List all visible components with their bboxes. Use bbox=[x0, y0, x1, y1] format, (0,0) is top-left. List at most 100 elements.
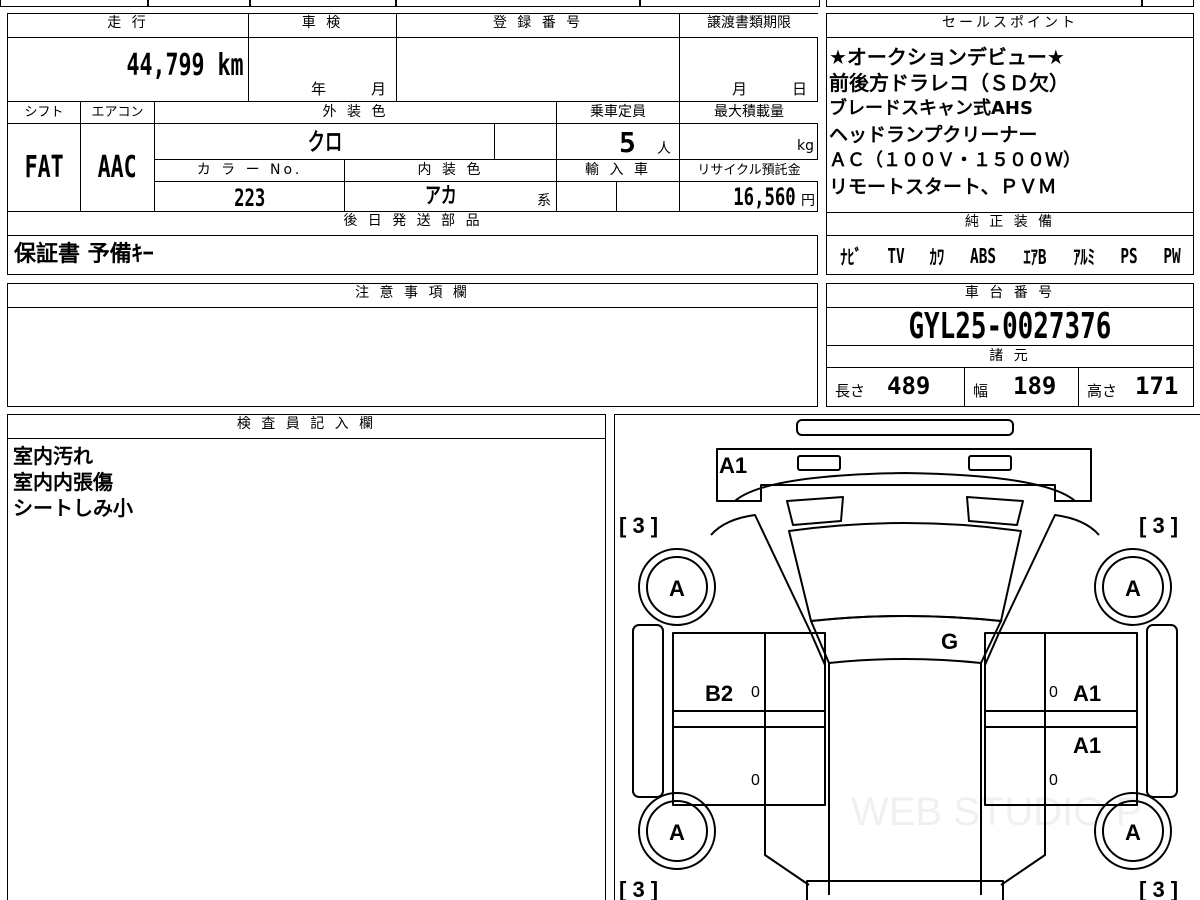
sales-point-line: ＡＣ（１００Ｖ・１５００Ｗ） bbox=[829, 150, 1081, 171]
spec-length: 長さ 489 bbox=[827, 368, 965, 406]
spec-height: 高さ 171 bbox=[1087, 372, 1179, 400]
color-no-value: 223 bbox=[155, 182, 345, 212]
inspection-header: 車 検 bbox=[249, 14, 397, 38]
mark-tire-rr: [ 3 ] bbox=[1139, 877, 1178, 900]
spec-width: 幅 189 bbox=[965, 368, 1079, 406]
watermark: WEB STUDIO P bbox=[851, 790, 1142, 834]
mark-front: A1 bbox=[719, 453, 747, 478]
shift-header: シフト bbox=[8, 102, 81, 124]
mark-zero: 0 bbox=[1049, 772, 1058, 789]
capacity-value: 5 人 bbox=[557, 124, 680, 160]
sales-points-list: ★オークションデビュー★ 前後方ドラレコ（ＳＤ欠） ブレードスキャン式AHS ヘ… bbox=[829, 44, 1191, 200]
capacity-unit: 人 bbox=[657, 141, 671, 157]
sales-points-box: セールスポイント ★オークションデビュー★ 前後方ドラレコ（ＳＤ欠） ブレードス… bbox=[826, 13, 1194, 275]
top-strip-mid3 bbox=[396, 0, 640, 7]
mark-windshield: G bbox=[941, 629, 958, 654]
max-load-value: kg bbox=[680, 124, 818, 160]
sales-point-line: 前後方ドラレコ（ＳＤ欠） bbox=[829, 71, 1069, 95]
color-no-header: カ ラ ー No. bbox=[155, 160, 345, 182]
inspection-value: 年 月 bbox=[249, 38, 397, 102]
import-header: 輸 入 車 bbox=[557, 160, 680, 182]
exterior-color-value: クロ bbox=[155, 124, 495, 160]
equipment-list: ﾅﾋﾞ TV ｶﾜ ABS ｴｱB ｱﾙﾐ PS PW bbox=[827, 237, 1193, 274]
mark-wheel-fr: A bbox=[1125, 576, 1141, 601]
aircon-header: エアコン bbox=[81, 102, 155, 124]
equipment-header: 純 正 装 備 bbox=[827, 212, 1193, 236]
top-strip-right2 bbox=[1142, 0, 1194, 7]
inspector-box: 検 査 員 記 入 欄 室内汚れ 室内内張傷 シートしみ小 bbox=[7, 414, 606, 900]
mileage-value: 44,799 km bbox=[8, 38, 249, 102]
mark-zero: 0 bbox=[751, 684, 760, 701]
notes-header: 注 意 事 項 欄 bbox=[8, 284, 817, 308]
top-strip-mid2 bbox=[250, 0, 396, 7]
import-value-b bbox=[617, 182, 680, 212]
car-diagram-box: WEB STUDIO P A1 G B2 A1 A1 A A A A [ 3 ]… bbox=[614, 414, 1200, 900]
inspector-note-line: 室内汚れ bbox=[13, 444, 93, 468]
vehicle-info-box: 走 行 車 検 登 録 番 号 譲渡書類期限 44,799 km 年 月 月 日… bbox=[7, 13, 818, 275]
mark-right-front-door: A1 bbox=[1073, 681, 1101, 706]
mark-tire-fl: [ 3 ] bbox=[619, 513, 658, 538]
aircon-value: AAC bbox=[81, 124, 155, 212]
mark-wheel-rl: A bbox=[669, 820, 685, 845]
recycle-value: 16,560 円 bbox=[680, 182, 818, 212]
mark-tire-rl: [ 3 ] bbox=[619, 877, 658, 900]
sales-point-line: ブレードスキャン式AHS bbox=[829, 98, 1033, 119]
transfer-deadline-header: 譲渡書類期限 bbox=[680, 14, 818, 38]
top-strip-left bbox=[0, 0, 148, 7]
exterior-color-header: 外 装 色 bbox=[155, 102, 557, 124]
mark-left-front-door: B2 bbox=[705, 681, 733, 706]
equipment-item: ABS bbox=[969, 243, 996, 268]
registration-header: 登 録 番 号 bbox=[397, 14, 680, 38]
mark-wheel-rr: A bbox=[1125, 820, 1141, 845]
chassis-box: 車 台 番 号 GYL25-0027376 諸 元 長さ 489 幅 189 高… bbox=[826, 283, 1194, 407]
mark-zero: 0 bbox=[751, 772, 760, 789]
max-load-unit: kg bbox=[797, 138, 814, 154]
inspector-notes: 室内汚れ 室内内張傷 シートしみ小 bbox=[13, 443, 133, 521]
sales-point-line: ヘッドランプクリーナー bbox=[829, 124, 1038, 146]
recycle-header: リサイクル預託金 bbox=[680, 160, 818, 182]
sales-point-line: ★オークションデビュー★ bbox=[829, 45, 1065, 69]
transfer-deadline-value: 月 日 bbox=[680, 38, 818, 102]
shift-value: FAT bbox=[8, 124, 81, 212]
import-value-a bbox=[557, 182, 617, 212]
equipment-item: TV bbox=[887, 243, 906, 268]
sales-points-header: セールスポイント bbox=[827, 14, 1193, 38]
inspection-month-unit: 月 bbox=[371, 80, 387, 98]
mileage-header: 走 行 bbox=[8, 14, 249, 38]
top-strip-mid bbox=[148, 0, 250, 7]
chassis-number: GYL25-0027376 bbox=[908, 308, 1112, 346]
mark-tire-fr: [ 3 ] bbox=[1139, 513, 1178, 538]
exterior-color-extra bbox=[495, 124, 557, 160]
mark-zero: 0 bbox=[1049, 684, 1058, 701]
later-parts-value: 保証書 予備ｷｰ bbox=[14, 242, 154, 267]
top-strip-mid4 bbox=[640, 0, 820, 7]
inspector-header: 検 査 員 記 入 欄 bbox=[8, 415, 605, 439]
top-strip-right bbox=[826, 0, 1142, 7]
equipment-item: ｴｱB bbox=[1023, 245, 1047, 269]
registration-value bbox=[397, 38, 680, 102]
equipment-item: PW bbox=[1163, 243, 1181, 268]
chassis-header: 車 台 番 号 bbox=[827, 284, 1193, 308]
recycle-unit: 円 bbox=[801, 193, 815, 209]
interior-color-suffix: 系 bbox=[537, 193, 551, 209]
equipment-item: ｶﾜ bbox=[929, 245, 944, 269]
transfer-day-unit: 日 bbox=[792, 80, 808, 98]
sales-point-line: リモートスタート、ＰＶＭ bbox=[829, 176, 1057, 198]
transfer-month-unit: 月 bbox=[732, 80, 748, 98]
mark-right-rear-door: A1 bbox=[1073, 733, 1101, 758]
notes-box: 注 意 事 項 欄 bbox=[7, 283, 818, 407]
inspection-year-unit: 年 bbox=[311, 80, 327, 98]
equipment-item: ﾅﾋﾞ bbox=[840, 245, 862, 269]
later-parts-header: 後 日 発 送 部 品 bbox=[8, 212, 818, 236]
equipment-item: PS bbox=[1120, 243, 1139, 268]
equipment-item: ｱﾙﾐ bbox=[1073, 245, 1096, 269]
interior-color-value: アカ 系 bbox=[345, 182, 557, 212]
inspector-note-line: シートしみ小 bbox=[13, 496, 133, 520]
interior-color-header: 内 装 色 bbox=[345, 160, 557, 182]
mark-wheel-fl: A bbox=[669, 576, 685, 601]
chassis-number-cell: GYL25-0027376 bbox=[827, 308, 1193, 346]
capacity-header: 乗車定員 bbox=[557, 102, 680, 124]
car-diagram: WEB STUDIO P A1 G B2 A1 A1 A A A A [ 3 ]… bbox=[619, 419, 1178, 900]
max-load-header: 最大積載量 bbox=[680, 102, 818, 124]
inspector-note-line: 室内内張傷 bbox=[13, 470, 113, 494]
